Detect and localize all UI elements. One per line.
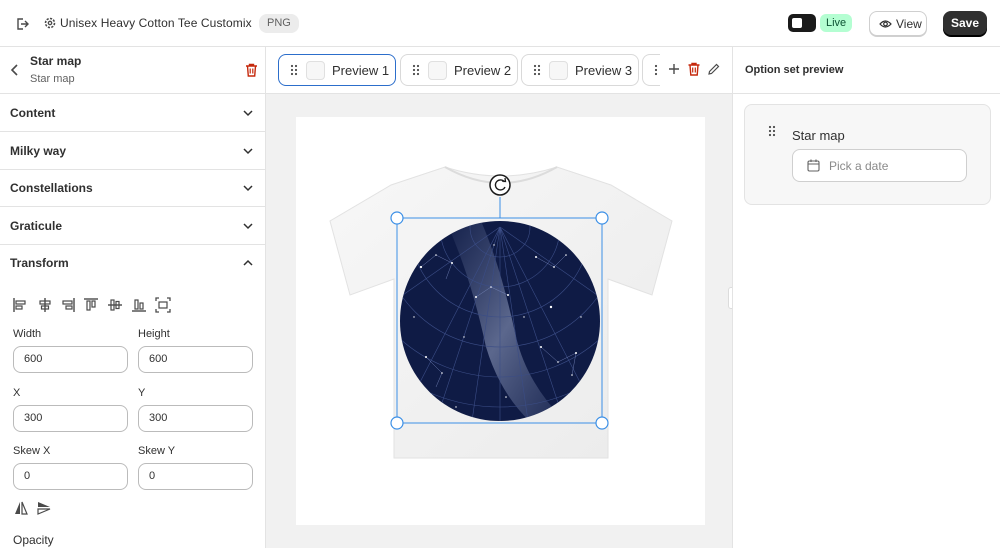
width-label: Width xyxy=(13,328,42,340)
option-set-header: Option set preview xyxy=(733,47,1000,94)
flip-horizontal-icon[interactable] xyxy=(14,501,28,515)
fit-to-canvas-icon[interactable] xyxy=(155,297,171,313)
width-field[interactable]: 600 xyxy=(13,346,128,373)
save-button[interactable]: Save xyxy=(943,11,987,36)
y-field[interactable]: 300 xyxy=(138,405,253,432)
height-label: Height xyxy=(138,328,170,340)
edit-preview-icon[interactable] xyxy=(707,62,721,76)
align-bottom-icon[interactable] xyxy=(131,297,147,313)
chevron-down-icon xyxy=(243,148,253,155)
preview-thumbnail xyxy=(549,61,568,80)
chevron-up-icon xyxy=(243,259,253,266)
view-button[interactable]: View xyxy=(869,11,927,36)
preview-thumbnail xyxy=(306,61,325,80)
tab-label: Preview 3 xyxy=(575,63,633,78)
tab-label: Preview 2 xyxy=(454,63,512,78)
chevron-down-icon xyxy=(243,223,253,230)
skew-y-label: Skew Y xyxy=(138,445,176,457)
drag-handle-icon[interactable] xyxy=(653,64,663,76)
date-placeholder: Pick a date xyxy=(829,159,889,173)
tab-preview-1[interactable]: Preview 1 xyxy=(278,54,396,86)
chevron-down-icon xyxy=(243,110,253,117)
tshirt-mockup xyxy=(329,166,673,459)
live-status-badge: Live xyxy=(820,14,853,32)
tab-label: Preview 1 xyxy=(332,63,390,78)
calendar-icon xyxy=(807,159,820,172)
align-center-horizontal-icon[interactable] xyxy=(37,297,53,313)
option-card: Star map Pick a date xyxy=(744,104,991,205)
align-center-vertical-icon[interactable] xyxy=(107,297,123,313)
option-set-title: Option set preview xyxy=(745,64,844,76)
back-chevron-icon[interactable] xyxy=(9,63,21,77)
eye-icon xyxy=(879,20,892,28)
preview-thumbnail xyxy=(428,61,447,80)
delete-preview-icon[interactable] xyxy=(687,62,701,76)
section-content[interactable]: Content xyxy=(0,94,265,132)
option-label: Star map xyxy=(792,128,845,143)
artboard xyxy=(296,117,705,525)
section-label: Content xyxy=(10,106,56,120)
drag-handle-icon[interactable] xyxy=(289,64,299,76)
live-toggle[interactable] xyxy=(788,14,816,32)
section-label: Graticule xyxy=(10,219,63,233)
layer-settings-panel: Star map Star map Content Milky way Cons… xyxy=(0,47,266,548)
exit-icon[interactable] xyxy=(14,16,30,32)
section-milky-way[interactable]: Milky way xyxy=(0,132,265,170)
opacity-label: Opacity xyxy=(13,533,54,547)
chevron-down-icon xyxy=(243,185,253,192)
align-left-icon[interactable] xyxy=(12,297,28,313)
section-graticule[interactable]: Graticule xyxy=(0,207,265,245)
rotate-handle-icon[interactable] xyxy=(489,174,511,196)
toggle-knob xyxy=(792,18,802,28)
x-field[interactable]: 300 xyxy=(13,405,128,432)
product-title: Unisex Heavy Cotton Tee Customix xyxy=(60,16,252,30)
skew-x-field[interactable]: 0 xyxy=(13,463,128,490)
format-badge: PNG xyxy=(259,14,299,33)
resize-handle-bottom-left[interactable] xyxy=(390,416,404,430)
drag-handle-icon[interactable] xyxy=(411,64,421,76)
drag-handle-icon[interactable] xyxy=(532,64,542,76)
add-preview-icon[interactable] xyxy=(667,62,681,76)
flip-vertical-icon[interactable] xyxy=(37,501,51,515)
section-label: Transform xyxy=(10,256,69,270)
align-top-icon[interactable] xyxy=(83,297,99,313)
section-constellations[interactable]: Constellations xyxy=(0,169,265,207)
top-bar: Unisex Heavy Cotton Tee Customix PNG Liv… xyxy=(0,0,1000,47)
view-button-label: View xyxy=(896,17,922,31)
layer-subtitle: Star map xyxy=(30,73,75,85)
tab-preview-3[interactable]: Preview 3 xyxy=(521,54,639,86)
skew-y-field[interactable]: 0 xyxy=(138,463,253,490)
align-right-icon[interactable] xyxy=(60,297,76,313)
tab-overflow[interactable] xyxy=(642,54,660,86)
tab-preview-2[interactable]: Preview 2 xyxy=(400,54,518,86)
resize-handle-bottom-right[interactable] xyxy=(595,416,609,430)
resize-handle-top-right[interactable] xyxy=(595,211,609,225)
layer-title: Star map xyxy=(30,54,82,68)
gear-icon[interactable] xyxy=(43,16,57,30)
preview-tabs-bar: Preview 1 Preview 2 Preview 3 xyxy=(266,47,732,94)
date-picker-field[interactable]: Pick a date xyxy=(792,149,967,182)
skew-x-label: Skew X xyxy=(13,445,51,457)
section-label: Constellations xyxy=(10,181,93,195)
resize-handle-top-left[interactable] xyxy=(390,211,404,225)
x-label: X xyxy=(13,387,21,399)
delete-layer-icon[interactable] xyxy=(245,63,258,77)
section-transform[interactable]: Transform xyxy=(0,244,265,282)
design-canvas[interactable] xyxy=(266,94,732,548)
y-label: Y xyxy=(138,387,146,399)
section-label: Milky way xyxy=(10,144,67,158)
drag-handle-icon[interactable] xyxy=(767,125,777,137)
height-field[interactable]: 600 xyxy=(138,346,253,373)
layer-header: Star map Star map xyxy=(0,47,265,94)
option-set-preview-panel: Option set preview Star map Pick a date xyxy=(732,47,1000,548)
